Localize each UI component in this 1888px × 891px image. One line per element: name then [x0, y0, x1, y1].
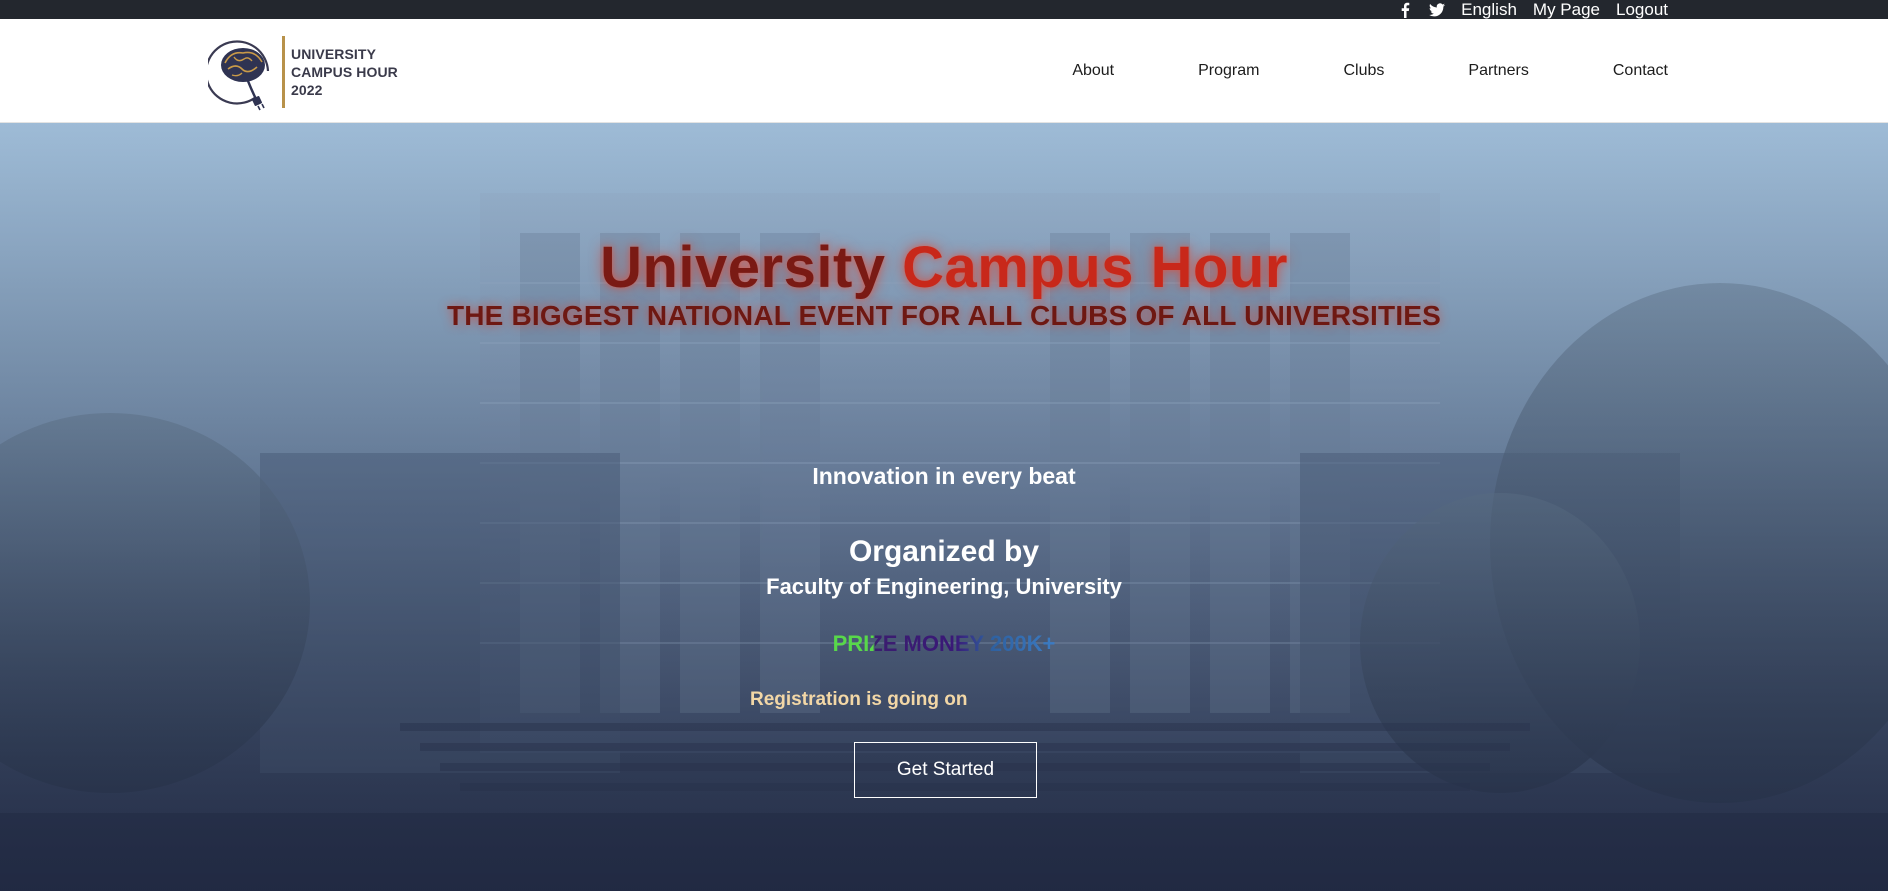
prize-money-banner: PRIZE MONEY 200K+: [0, 631, 1888, 657]
hero-title: University Campus Hour: [0, 235, 1888, 301]
hero-section: University Campus Hour THE BIGGEST NATIO…: [0, 123, 1888, 891]
brain-plug-logo-icon: [204, 31, 278, 113]
nav-item-clubs[interactable]: Clubs: [1259, 62, 1384, 80]
logo-line-2: CAMPUS HOUR: [291, 64, 398, 80]
nav-item-partners[interactable]: Partners: [1384, 62, 1528, 80]
facebook-icon[interactable]: [1397, 2, 1413, 18]
top-utility-bar: English My Page Logout: [0, 0, 1888, 19]
hero-title-part-1: University: [600, 235, 903, 300]
organizer-name: Faculty of Engineering, University: [766, 574, 1122, 599]
site-header: UNIVERSITY CAMPUS HOUR 2022 About Progra…: [0, 19, 1888, 123]
logo-wordmark: UNIVERSITY CAMPUS HOUR 2022: [291, 45, 398, 99]
get-started-button[interactable]: Get Started: [854, 742, 1037, 798]
my-page-link[interactable]: My Page: [1533, 0, 1600, 19]
logo-line-3: 2022: [291, 82, 323, 98]
prize-money-text: PRIZE MONEY 200K+: [832, 631, 1056, 656]
site-logo[interactable]: UNIVERSITY CAMPUS HOUR 2022: [204, 31, 398, 113]
nav-item-contact[interactable]: Contact: [1529, 62, 1668, 80]
nav-item-about[interactable]: About: [1072, 62, 1114, 80]
hero-tagline: Innovation in every beat: [812, 463, 1076, 489]
logo-divider: [282, 36, 285, 108]
registration-status: Registration is going on: [750, 689, 968, 710]
top-utility-links: English My Page Logout: [1397, 0, 1668, 19]
hero-subtitle: THE BIGGEST NATIONAL EVENT FOR ALL CLUBS…: [446, 300, 1442, 331]
twitter-icon[interactable]: [1429, 2, 1446, 18]
language-link[interactable]: English: [1461, 0, 1517, 19]
main-nav: About Program Clubs Partners Contact: [1072, 19, 1668, 123]
logo-line-1: UNIVERSITY: [291, 46, 377, 62]
hero-title-part-2: Campus Hour: [902, 235, 1288, 300]
logout-link[interactable]: Logout: [1616, 0, 1668, 19]
nav-item-program[interactable]: Program: [1114, 62, 1259, 80]
organized-by-heading: Organized by: [848, 535, 1040, 568]
